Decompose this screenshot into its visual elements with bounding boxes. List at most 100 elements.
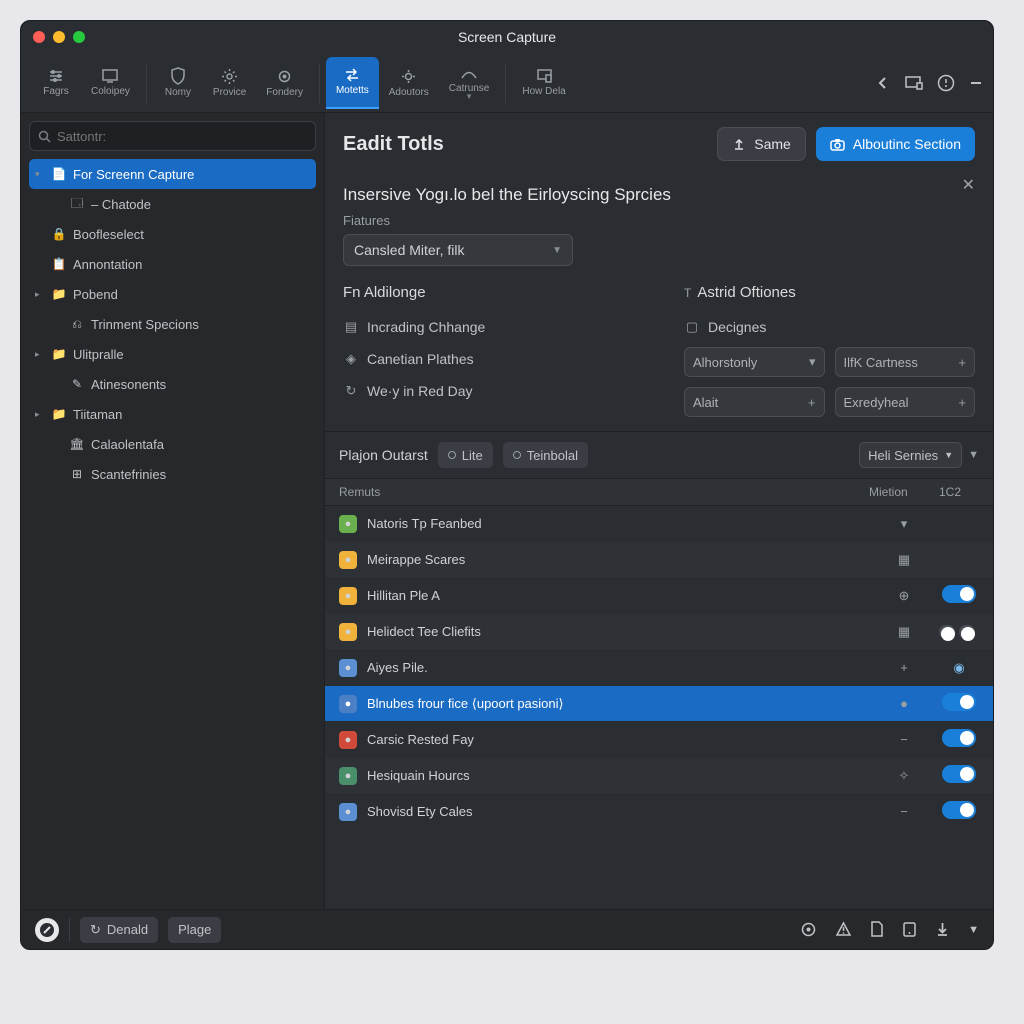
- toolbar-item-nomy[interactable]: Nomy: [153, 57, 203, 109]
- chip-lite[interactable]: Lite: [438, 442, 493, 468]
- download-icon[interactable]: [935, 921, 950, 938]
- table-row[interactable]: ●Blnubes frour fice ⟨upoort pasioni⟩●: [325, 686, 993, 722]
- toggle-switch[interactable]: [959, 625, 975, 639]
- chip-teinbolal[interactable]: Teinbolal: [503, 442, 588, 468]
- toolbar-item-coloipey[interactable]: Coloipey: [81, 57, 140, 109]
- row-action-icon[interactable]: ⊕: [869, 588, 939, 604]
- series-selector[interactable]: Heli Sernies ▼: [859, 442, 962, 468]
- table-row[interactable]: ●Aiyes Pile.+◉: [325, 650, 993, 686]
- plus-icon[interactable]: +: [958, 395, 966, 410]
- row-label: Blnubes frour fice ⟨upoort pasioni⟩: [367, 696, 564, 712]
- row-icon: ●: [339, 659, 357, 677]
- back-icon[interactable]: [875, 75, 891, 91]
- toggle-switch[interactable]: [939, 625, 955, 639]
- maximize-window-button[interactable]: [73, 31, 85, 43]
- features-dropdown[interactable]: Cansled Miter, filk ▼: [343, 234, 573, 266]
- sidebar-item--chatode[interactable]: 🗔– Chatode: [29, 189, 316, 219]
- curve-icon: [460, 65, 478, 81]
- toggle-switch[interactable]: [942, 693, 976, 711]
- toolbar-item-fondery[interactable]: Fondery: [256, 57, 313, 109]
- table-row[interactable]: ●Shovisd Ety Cales−: [325, 794, 993, 830]
- tree-item-label: – Chatode: [91, 197, 151, 212]
- panel-header: Plajon Outarst Lite Teinbolal Heli Serni…: [325, 432, 993, 478]
- toolbar-item-catrunse[interactable]: Catrunse▼: [439, 57, 500, 109]
- sidebar-item-ulitpralle[interactable]: ▸📁Ulitpralle: [29, 339, 316, 369]
- table-row[interactable]: ●Helidect Tee Cliefits▦: [325, 614, 993, 650]
- field-alait[interactable]: Alait+: [684, 387, 825, 417]
- sidebar-item-trinment-specions[interactable]: ⎌Trinment Specions: [29, 309, 316, 339]
- toolbar-separator: [146, 63, 147, 103]
- tree-item-label: Scantefrinies: [91, 467, 166, 482]
- swap-icon: [343, 67, 361, 83]
- toolbar-item-provice[interactable]: Provice: [203, 57, 256, 109]
- sidebar-item-scantefrinies[interactable]: ⊞ Scantefrinies: [29, 459, 316, 489]
- monitor-icon: [101, 68, 119, 84]
- body-area: ▾📄For Screenn Capture🗔– Chatode🔒Booflese…: [21, 113, 993, 909]
- target-icon[interactable]: [800, 921, 817, 938]
- gear2-icon: [400, 68, 417, 85]
- option-canetian-plathes[interactable]: ◈Canetian Plathes: [343, 343, 634, 375]
- document-icon[interactable]: [870, 921, 884, 938]
- warning-icon[interactable]: [835, 921, 852, 938]
- option-decignes[interactable]: ▢ Decignes: [684, 311, 975, 343]
- field-exredyheal[interactable]: Exredyheal+: [835, 387, 976, 417]
- minimize-window-button[interactable]: [53, 31, 65, 43]
- primary-action-button[interactable]: Alboutinc Section: [816, 127, 975, 161]
- chevron-down-icon[interactable]: ▼: [968, 924, 979, 936]
- chevron-down-icon[interactable]: ▼: [968, 449, 979, 461]
- table-row[interactable]: ●Meirappe Scares▦: [325, 542, 993, 578]
- row-action-icon[interactable]: ▾: [869, 516, 939, 532]
- table-row[interactable]: ●Hillitan Ple A⊕: [325, 578, 993, 614]
- toolbar-item-fagrs[interactable]: Fagrs: [31, 57, 81, 109]
- status-indicator-icon[interactable]: [35, 918, 59, 942]
- sidebar-item-tiitaman[interactable]: ▸📁Tiitaman: [29, 399, 316, 429]
- info-icon[interactable]: [937, 74, 955, 92]
- plus-icon[interactable]: +: [808, 395, 816, 410]
- table-row[interactable]: ●Hesiquain Hourcs✧: [325, 758, 993, 794]
- field-alhorstonly[interactable]: Alhorstonly▾: [684, 347, 825, 377]
- item-icon: ⊞: [69, 467, 85, 481]
- close-section-icon[interactable]: ✕: [962, 175, 975, 195]
- caret-icon: ▸: [35, 409, 45, 420]
- toolbar-item-how dela[interactable]: How Dela: [512, 57, 575, 109]
- item-icon: 📁: [51, 347, 67, 361]
- row-action-icon[interactable]: +: [869, 660, 939, 675]
- device-icon[interactable]: [902, 921, 917, 938]
- search-field[interactable]: [57, 129, 307, 144]
- sidebar-tree: ▾📄For Screenn Capture🗔– Chatode🔒Booflese…: [29, 159, 316, 489]
- field-ilfk-cartness[interactable]: IlfK Cartness+: [835, 347, 976, 377]
- toggle-switch[interactable]: [942, 801, 976, 819]
- row-action-icon[interactable]: ✧: [869, 768, 939, 784]
- eye-icon[interactable]: ◉: [953, 660, 964, 675]
- toggle-switch[interactable]: [942, 585, 976, 603]
- sidebar-item-pobend[interactable]: ▸📁Pobend: [29, 279, 316, 309]
- option-incrading-chhange[interactable]: ▤Incrading Chhange: [343, 311, 634, 343]
- row-action-icon[interactable]: ▦: [869, 624, 939, 640]
- denald-pill[interactable]: ↻ Denald: [80, 917, 158, 943]
- same-button[interactable]: Same: [717, 127, 806, 161]
- option-we-y-in-red-day[interactable]: ↻We·y in Red Day: [343, 375, 634, 407]
- table-row[interactable]: ●Carsic Rested Fay−: [325, 722, 993, 758]
- sidebar-item-for-screenn-capture[interactable]: ▾📄For Screenn Capture: [29, 159, 316, 189]
- table-row[interactable]: ●Natoris Tp Feanbed▾: [325, 506, 993, 542]
- close-window-button[interactable]: [33, 31, 45, 43]
- screen-icon[interactable]: [905, 75, 923, 91]
- chevron-down-icon[interactable]: ▾: [809, 354, 816, 370]
- row-action-icon[interactable]: −: [869, 804, 939, 819]
- plus-icon[interactable]: +: [958, 355, 966, 370]
- toolbar-item-adoutors[interactable]: Adoutors: [379, 57, 439, 109]
- toolbar-item-motetts[interactable]: Motetts: [326, 57, 379, 109]
- sidebar-item-atinesonents[interactable]: ✎Atinesonents: [29, 369, 316, 399]
- toggle-switch[interactable]: [942, 765, 976, 783]
- sidebar-item-calaolentafa[interactable]: 🏛Calaolentafa: [29, 429, 316, 459]
- toggle-switch[interactable]: [942, 729, 976, 747]
- minimize-icon[interactable]: [969, 76, 983, 90]
- row-action-icon[interactable]: ▦: [869, 552, 939, 568]
- row-action-icon[interactable]: ●: [869, 696, 939, 711]
- search-input[interactable]: [29, 121, 316, 151]
- sidebar-item-annontation[interactable]: 📋Annontation: [29, 249, 316, 279]
- sidebar-item-boofleselect[interactable]: 🔒Boofleselect: [29, 219, 316, 249]
- row-action-icon[interactable]: −: [869, 732, 939, 747]
- tree-item-label: Annontation: [73, 257, 142, 272]
- plage-pill[interactable]: Plage: [168, 917, 221, 943]
